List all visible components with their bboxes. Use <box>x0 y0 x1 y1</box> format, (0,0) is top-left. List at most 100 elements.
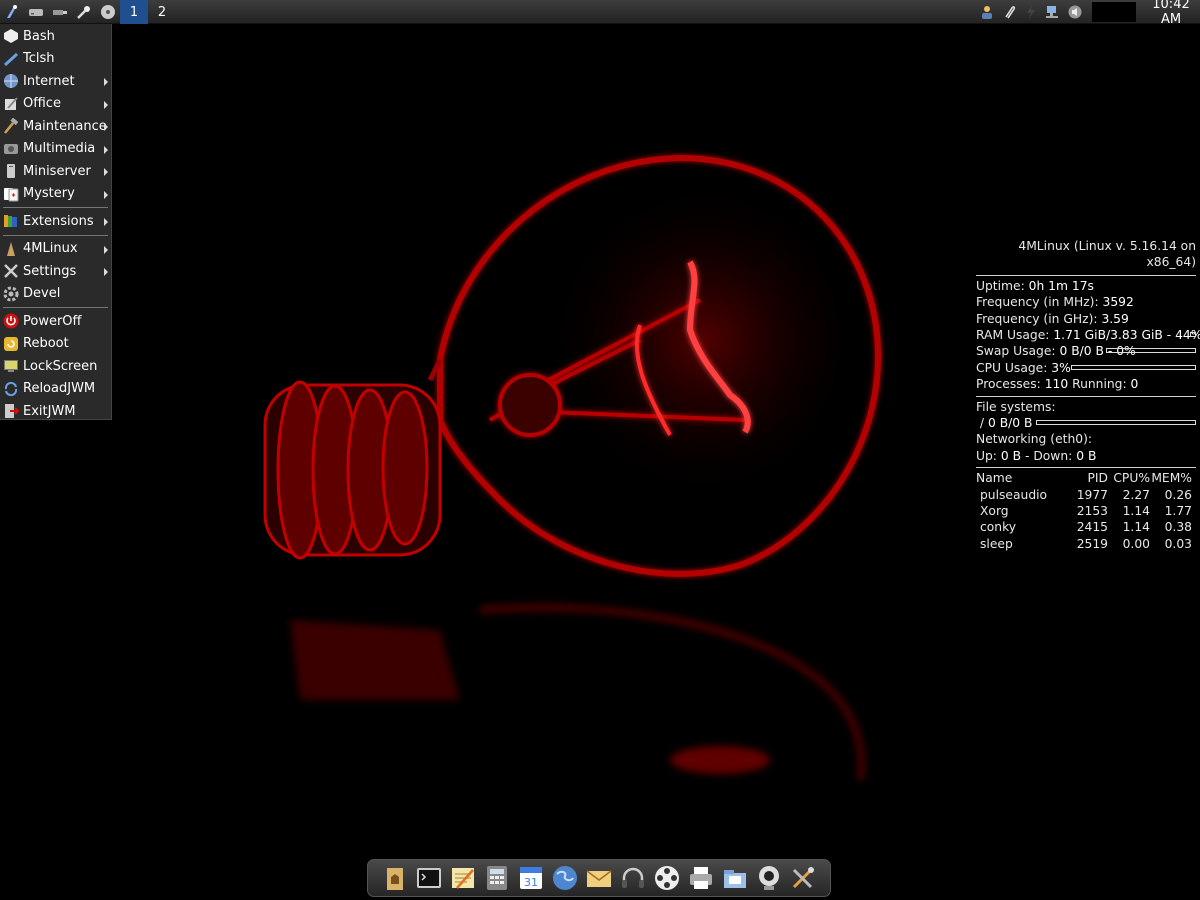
menu-item-settings[interactable]: Settings <box>0 260 111 283</box>
swap-bar <box>1106 348 1196 354</box>
globe-icon <box>2 72 20 90</box>
proc-pid: 2519 <box>1076 536 1108 551</box>
menu-item-label: ReloadJWM <box>23 381 96 397</box>
freq-ghz-label: Frequency (in GHz): <box>976 311 1098 326</box>
file-manager-icon[interactable] <box>721 864 750 893</box>
calculator-icon[interactable] <box>483 864 512 893</box>
menu-item-exitjwm[interactable]: ExitJWM <box>0 400 111 423</box>
menu-item-lockscreen[interactable]: LockScreen <box>0 355 111 378</box>
menu-item-label: Mystery <box>23 186 75 202</box>
col-header-pid: PID <box>1087 471 1108 486</box>
fs-header-line: File systems: <box>976 399 1198 415</box>
proc-mem: 1.77 <box>1164 503 1192 518</box>
freq-mhz-value: 3592 <box>1102 295 1134 310</box>
web-browser-icon[interactable] <box>551 864 580 893</box>
uptime-value: 0h 1m 17s <box>1028 278 1094 293</box>
menu-item-4mlinux[interactable]: 4MLinux <box>0 238 111 261</box>
table-row: Xorg 2153 1.14 1.77 <box>976 503 1198 519</box>
user-icon[interactable] <box>977 2 997 22</box>
fs-mount-label: / <box>979 415 985 430</box>
drive-icon[interactable] <box>26 2 46 22</box>
table-row: sleep 2519 0.00 0.03 <box>976 536 1198 552</box>
menu-item-tclsh[interactable]: Tclsh <box>0 48 111 71</box>
proc-cpu: 0.00 <box>1122 536 1150 551</box>
uptime-line: Uptime: 0h 1m 17s <box>976 278 1198 294</box>
reboot-icon <box>2 335 20 353</box>
menu-item-label: LockScreen <box>23 358 98 374</box>
workspace-2[interactable]: 2 <box>148 0 176 24</box>
calendar-icon[interactable]: 31 <box>517 864 546 893</box>
text-editor-icon[interactable] <box>449 864 478 893</box>
menu-item-label: Tclsh <box>23 51 55 67</box>
menu-item-label: Devel <box>23 286 61 302</box>
process-header-row: Name PID CPU% MEM% <box>976 470 1198 486</box>
terminal-icon[interactable] <box>415 864 444 893</box>
submenu-arrow-icon <box>104 218 108 226</box>
menu-separator <box>3 207 108 208</box>
webcam-icon[interactable] <box>755 864 784 893</box>
printer-icon[interactable] <box>687 864 716 893</box>
feather-icon <box>2 50 20 68</box>
clock[interactable]: 10:42 AM <box>1142 0 1200 27</box>
menu-item-maintenance[interactable]: Maintenance <box>0 115 111 138</box>
submenu-arrow-icon <box>104 145 108 154</box>
headphones-icon[interactable] <box>619 864 648 893</box>
power-icon[interactable] <box>1021 2 1041 22</box>
submenu-arrow-icon <box>104 168 108 176</box>
bash-icon <box>2 27 20 45</box>
swap-line: Swap Usage: 0 B/0 B - 0% <box>976 343 1198 359</box>
cards-icon <box>2 185 20 203</box>
menu-item-multimedia[interactable]: Multimedia <box>0 138 111 161</box>
menu-item-label: Bash <box>23 28 55 44</box>
proc-pid: 1977 <box>1076 487 1108 502</box>
top-panel: 1 2 10:42 AM <box>0 0 1200 27</box>
menu-item-office[interactable]: Office <box>0 93 111 116</box>
proc-mem: 0.26 <box>1164 487 1192 502</box>
tools-icon[interactable] <box>74 2 94 22</box>
mail-icon[interactable] <box>585 864 614 893</box>
menu-item-extensions[interactable]: Extensions <box>0 210 111 233</box>
swap-label: Swap Usage: <box>976 344 1056 359</box>
tools-icon[interactable] <box>789 864 818 893</box>
jwm-menu-icon[interactable] <box>2 2 22 22</box>
menu-item-reloadjwm[interactable]: ReloadJWM <box>0 378 111 401</box>
menu-item-miniserver[interactable]: Miniserver <box>0 160 111 183</box>
volume-icon[interactable] <box>1065 2 1085 22</box>
network-icon[interactable] <box>1043 2 1063 22</box>
menu-item-reboot[interactable]: Reboot <box>0 333 111 356</box>
col-header-mem: MEM% <box>1151 471 1192 486</box>
fs-root-line: / 0 B/0 B <box>976 415 1198 431</box>
taskbar-slot <box>1092 2 1136 22</box>
networking-label: Networking (eth0): <box>976 432 1093 447</box>
proc-cpu: 1.14 <box>1122 520 1150 535</box>
root-menu: Bash Tclsh Internet Office Maintenance M… <box>0 24 112 420</box>
down-value: 0 B <box>1076 448 1097 463</box>
proc-name: conky <box>980 520 1017 535</box>
home-folder-icon[interactable] <box>381 864 410 893</box>
menu-item-label: 4MLinux <box>23 241 78 257</box>
down-label: - Down: <box>1024 448 1073 463</box>
menu-item-poweroff[interactable]: PowerOff <box>0 310 111 333</box>
up-value: 0 B <box>1000 448 1022 463</box>
lockscreen-icon <box>2 357 20 375</box>
workspace-1[interactable]: 1 <box>120 0 148 24</box>
menu-item-devel[interactable]: Devel <box>0 283 111 306</box>
net-header-line: Networking (eth0): <box>976 431 1198 447</box>
proc-mem: 0.03 <box>1164 536 1192 551</box>
menu-item-mystery[interactable]: Mystery <box>0 183 111 206</box>
menu-item-label: Reboot <box>23 336 69 352</box>
processes-value: 110 <box>1044 377 1069 392</box>
video-player-icon[interactable] <box>653 864 682 893</box>
cpu-label: CPU Usage: <box>976 360 1048 375</box>
menu-item-label: Internet <box>23 73 75 89</box>
freq-ghz-value: 3.59 <box>1101 311 1129 326</box>
reload-icon <box>2 380 20 398</box>
menu-item-label: Settings <box>23 263 77 279</box>
menu-item-bash[interactable]: Bash <box>0 25 111 48</box>
menu-item-label: PowerOff <box>23 313 82 329</box>
paperclip-icon[interactable] <box>999 2 1019 22</box>
usb-icon[interactable] <box>50 2 70 22</box>
cd-icon[interactable] <box>98 2 118 22</box>
settings-icon <box>2 262 20 280</box>
menu-item-internet[interactable]: Internet <box>0 70 111 93</box>
